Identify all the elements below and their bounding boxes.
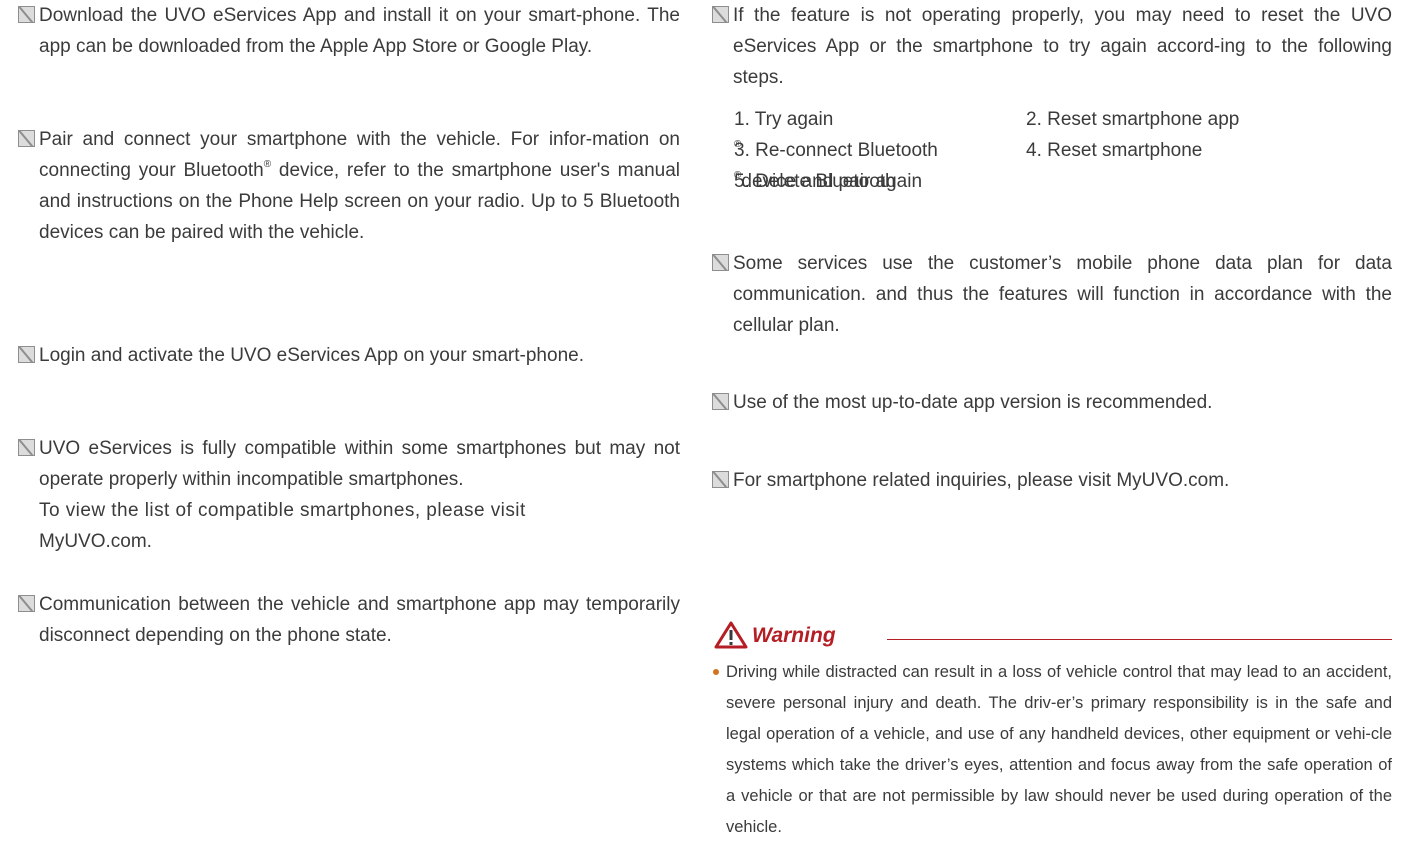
note-app-version: Use of the most up-to-date app version i… <box>712 387 1392 418</box>
warning-title: Warning <box>752 624 836 647</box>
note-link-text: MyUVO.com. <box>39 531 152 552</box>
note-text: If the feature is not operating properly… <box>733 5 1392 88</box>
note-download-app: Download the UVO eServices App and insta… <box>18 0 680 62</box>
warning-triangle-icon <box>714 621 748 649</box>
step-item: 2. Reset smartphone app <box>1026 109 1240 130</box>
step-item: 4. Reset smartphone <box>1026 140 1203 161</box>
note-text: Use of the most up-to-date app version i… <box>733 392 1213 413</box>
note-icon <box>18 439 35 456</box>
note-compatibility: UVO eServices is fully compatible within… <box>18 433 680 557</box>
note-data-plan: Some services use the customer’s mobile … <box>712 248 1392 341</box>
note-text: Login and activate the UVO eServices App… <box>39 345 584 366</box>
reset-steps-list: 1. Try again 2. Reset smartphone app 3. … <box>734 105 1334 195</box>
warning-header: Warning <box>712 621 1392 653</box>
note-text: Communication between the vehicle and sm… <box>39 594 680 646</box>
note-text: Download the UVO eServices App and insta… <box>39 5 680 57</box>
note-pair-phone: Pair and connect your smartphone with th… <box>18 124 680 248</box>
note-text: For smartphone related inquiries, please… <box>733 470 1230 491</box>
note-text-part: UVO eServices is fully compatible within… <box>39 438 680 490</box>
step-item: 1. Try again <box>734 109 834 130</box>
note-icon <box>712 254 729 271</box>
note-disconnect: Communication between the vehicle and sm… <box>18 589 680 651</box>
step-item: 3. Re-connect Bluetooth ® <box>734 136 938 166</box>
note-icon <box>18 595 35 612</box>
registered-mark: ® <box>263 158 272 170</box>
step-item: 5. Delete Bluetooth ® device and pair aga… <box>734 167 922 197</box>
note-reset-steps: If the feature is not operating properly… <box>712 0 1392 93</box>
warning-item: Driving while distracted can result in a… <box>712 657 1392 843</box>
registered-mark: ® <box>734 169 742 181</box>
note-icon <box>712 471 729 488</box>
note-inquiries: For smartphone related inquiries, please… <box>712 465 1392 496</box>
note-icon <box>18 346 35 363</box>
note-text: Pair and connect your smartphone with th… <box>18 124 680 248</box>
note-icon <box>712 6 729 23</box>
note-icon <box>18 130 35 147</box>
note-icon <box>18 6 35 23</box>
step-text: 3. Re-connect Bluetooth <box>734 140 938 161</box>
step-text: device and pair again <box>741 171 923 192</box>
warning-text: Driving while distracted can result in a… <box>726 663 1392 836</box>
note-icon <box>712 393 729 410</box>
note-login: Login and activate the UVO eServices App… <box>18 340 680 371</box>
warning-divider <box>887 639 1392 640</box>
note-text: Some services use the customer’s mobile … <box>733 253 1392 336</box>
note-text-part: To view the list of compatible smartphon… <box>39 500 526 521</box>
note-text: UVO eServices is fully compatible within… <box>18 433 680 557</box>
bullet-icon <box>713 669 719 675</box>
registered-mark: ® <box>734 138 742 150</box>
